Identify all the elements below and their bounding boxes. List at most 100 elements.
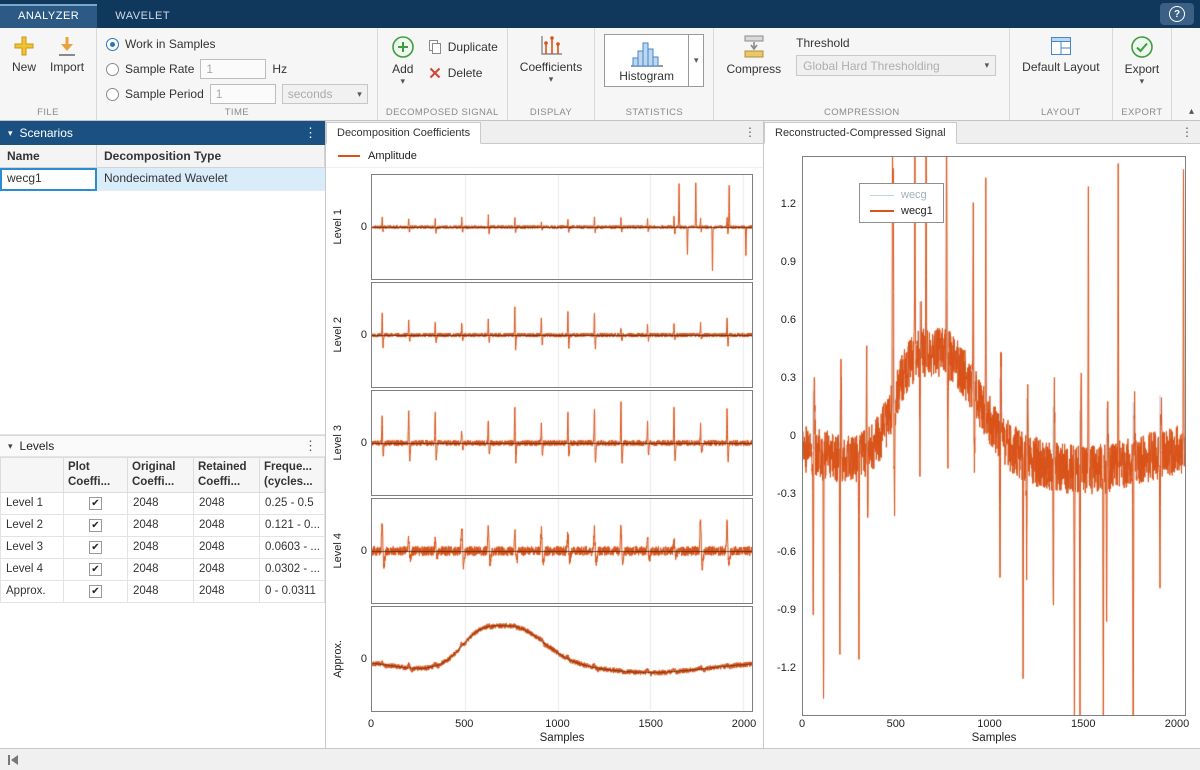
coeff-panel-menu-icon[interactable]: ⋮ <box>744 125 756 139</box>
collapse-left-icon[interactable] <box>6 754 20 766</box>
ribbon-section-time: Work in Samples Sample Rate Hz Sample Pe… <box>97 28 378 120</box>
y-tick-label: -0.9 <box>777 604 796 616</box>
add-button[interactable]: Add ▾ <box>383 31 423 89</box>
export-icon <box>1129 34 1155 60</box>
scenario-type-cell[interactable]: Nondecimated Wavelet <box>97 168 325 191</box>
level-name: Level 1 <box>1 492 64 514</box>
scenarios-menu-icon[interactable]: ⋮ <box>304 125 317 141</box>
x-tick-label: 0 <box>368 718 374 730</box>
ribbon-section-decomposed-signal: Add ▾ Duplicate Delete DECOMPOSED SIGNAL <box>378 28 508 120</box>
tab-decomposition-coefficients[interactable]: Decomposition Coefficients <box>326 122 481 144</box>
plot-checkbox[interactable]: ✔ <box>89 585 102 598</box>
recon-plot-area: 1.20.90.60.30-0.3-0.6-0.9-1.2 wecg wecg1 <box>764 144 1200 716</box>
legend-item-wecg1[interactable]: wecg1 <box>870 205 933 217</box>
legend-item-wecg[interactable]: wecg <box>870 189 933 201</box>
retained-coeffs: 2048 <box>194 536 260 558</box>
table-row: Level 2 ✔ 2048 2048 0.121 - 0... <box>1 514 325 536</box>
import-button[interactable]: Import <box>43 31 91 78</box>
y-tick-label: 0 <box>345 174 371 280</box>
import-icon <box>55 34 79 58</box>
delete-button[interactable]: Delete <box>423 63 502 83</box>
original-coeffs: 2048 <box>128 536 194 558</box>
level-4-plot[interactable] <box>372 499 752 603</box>
export-button[interactable]: Export ▾ <box>1118 31 1167 89</box>
help-icon: ? <box>1169 6 1185 22</box>
tab-analyzer[interactable]: ANALYZER <box>0 4 97 28</box>
coefficient-plots: Level 1 0 Level 2 0 Level 3 0 Level 4 0 <box>326 168 763 718</box>
y-tick-label: 0.3 <box>781 372 796 384</box>
y-tick-label: -0.6 <box>777 546 796 558</box>
ribbon-section-statistics: Histogram ▾ STATISTICS <box>595 28 714 120</box>
compress-button[interactable]: Compress <box>719 31 788 80</box>
sample-rate-radio[interactable] <box>106 63 119 76</box>
sample-period-label: Sample Period <box>125 87 204 101</box>
collapse-ribbon-icon[interactable]: ▴ <box>1189 106 1194 117</box>
plot-checkbox[interactable]: ✔ <box>89 497 102 510</box>
wavelet-signal-analyzer-app: ANALYZER WAVELET ? New Import FILE Work … <box>0 0 1200 770</box>
y-tick-label: 0.6 <box>781 314 796 326</box>
sample-period-radio[interactable] <box>106 88 119 101</box>
default-layout-button[interactable]: Default Layout <box>1015 31 1106 78</box>
x-tick-label: 500 <box>455 718 473 730</box>
levels-menu-icon[interactable]: ⋮ <box>304 438 317 454</box>
sample-period-unit-select[interactable]: seconds ▾ <box>282 84 368 104</box>
approx-plot[interactable] <box>372 607 752 711</box>
chevron-down-icon: ▾ <box>694 56 699 65</box>
plot-checkbox[interactable]: ✔ <box>89 563 102 576</box>
x-tick-label: 2000 <box>732 718 756 730</box>
tab-wavelet[interactable]: WAVELET <box>97 4 188 28</box>
recon-legend[interactable]: wecg wecg1 <box>859 183 944 223</box>
add-icon <box>390 34 416 60</box>
histogram-dropdown[interactable]: ▾ <box>689 34 705 87</box>
levels-panel-header: ▾ Levels ⋮ <box>0 435 325 457</box>
original-coeffs: 2048 <box>128 492 194 514</box>
y-tick-label: 0 <box>790 430 796 442</box>
scenario-name-cell[interactable]: wecg1 <box>0 168 97 191</box>
ribbon-section-file: New Import FILE <box>0 28 97 120</box>
chevron-down-icon: ▾ <box>985 61 990 70</box>
coefficients-icon <box>538 34 564 58</box>
new-button[interactable]: New <box>5 31 43 78</box>
tab-reconstructed-compressed-signal[interactable]: Reconstructed-Compressed Signal <box>764 122 957 144</box>
y-tick-label: 0 <box>345 282 371 388</box>
levels-col-plot: PlotCoeffi... <box>64 458 128 493</box>
threshold-method-value: Global Hard Thresholding <box>803 59 940 73</box>
level-1-plot[interactable] <box>372 175 752 279</box>
compress-icon <box>741 34 767 60</box>
level-name: Level 4 <box>1 558 64 580</box>
levels-table: PlotCoeffi... OriginalCoeffi... Retained… <box>0 457 325 603</box>
levels-panel-title: Levels <box>20 439 55 453</box>
sample-rate-unit-label: Hz <box>272 62 287 76</box>
level-3-plot[interactable] <box>372 391 752 495</box>
duplicate-button[interactable]: Duplicate <box>423 37 502 57</box>
histogram-button[interactable]: Histogram <box>604 34 689 87</box>
threshold-method-select[interactable]: Global Hard Thresholding ▾ <box>796 55 996 76</box>
wecg1-line-swatch <box>870 210 894 212</box>
sample-rate-input[interactable] <box>200 59 266 79</box>
collapse-levels-icon[interactable]: ▾ <box>8 441 13 452</box>
plot-checkbox[interactable]: ✔ <box>89 541 102 554</box>
plot-checkbox[interactable]: ✔ <box>89 519 102 532</box>
ribbon: New Import FILE Work in Samples Sample R… <box>0 28 1200 121</box>
coefficients-button[interactable]: Coefficients ▾ <box>513 31 589 87</box>
collapse-scenarios-icon[interactable]: ▾ <box>8 128 13 139</box>
delete-button-label: Delete <box>448 66 483 80</box>
level-name: Level 2 <box>1 514 64 536</box>
level-2-plot[interactable] <box>372 283 752 387</box>
chevron-down-icon: ▾ <box>357 90 362 99</box>
export-button-label: Export <box>1125 63 1160 77</box>
y-axis-label: Level 4 <box>332 533 344 568</box>
scenarios-panel-title: Scenarios <box>20 126 73 140</box>
recon-panel-menu-icon[interactable]: ⋮ <box>1181 125 1193 139</box>
import-button-label: Import <box>50 61 84 75</box>
sample-period-input[interactable] <box>210 84 276 104</box>
y-tick-label: 0 <box>345 390 371 496</box>
x-tick-label: 1000 <box>545 718 569 730</box>
work-in-samples-radio[interactable] <box>106 38 119 51</box>
reconstructed-signal-plot[interactable] <box>803 157 1185 715</box>
help-button[interactable]: ? <box>1160 3 1194 25</box>
y-tick-label: 0 <box>345 606 371 712</box>
histogram-button-label: Histogram <box>619 69 674 83</box>
table-row: Level 3 ✔ 2048 2048 0.0603 - ... <box>1 536 325 558</box>
status-bar <box>0 748 1200 770</box>
